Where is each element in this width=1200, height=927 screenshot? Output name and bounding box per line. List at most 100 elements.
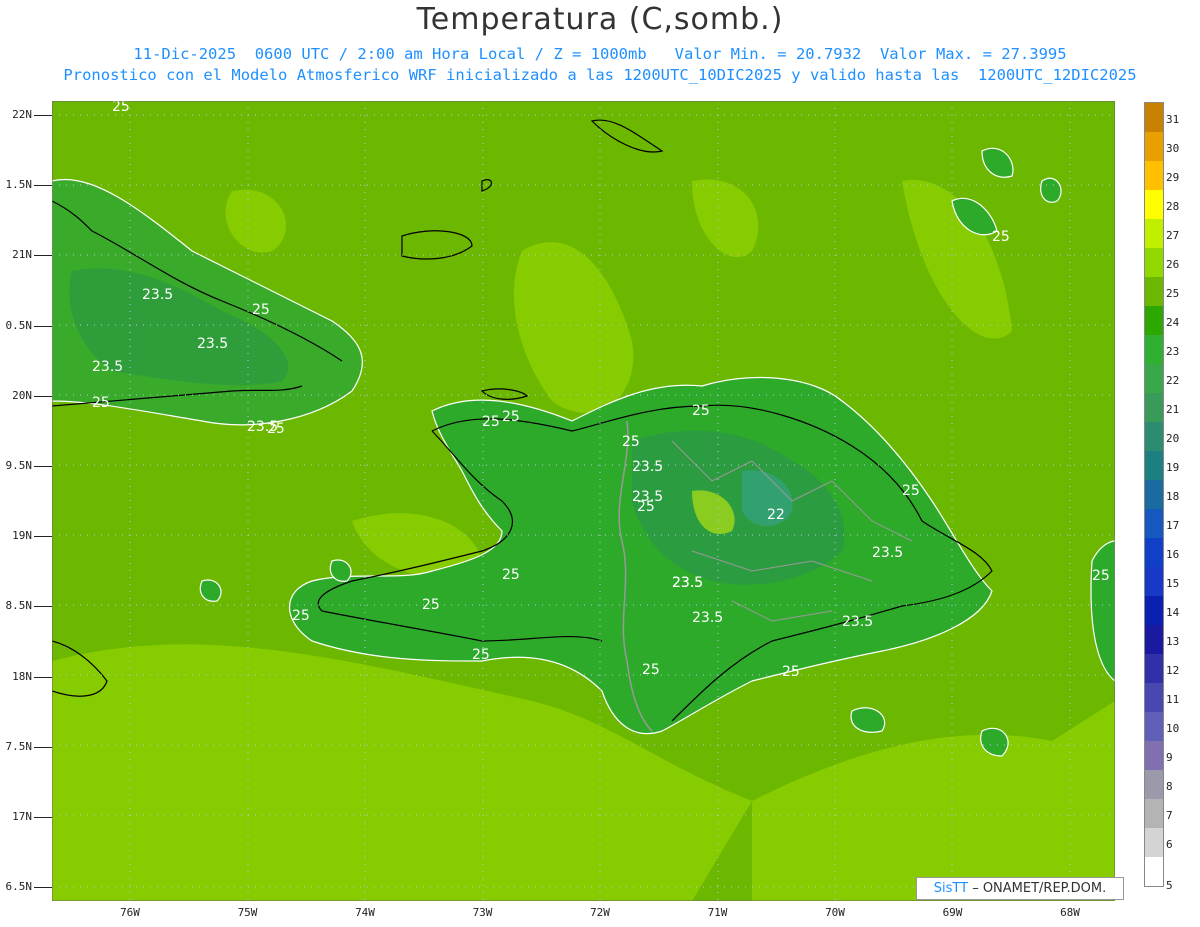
contour-label: 23.5: [197, 336, 228, 352]
contour-label: 23.5: [842, 614, 873, 630]
color-bar-segment: [1145, 625, 1163, 654]
color-bar-segment: [1145, 248, 1163, 277]
color-bar-label: 25: [1166, 287, 1180, 300]
lat-label: 8.5N: [5, 599, 33, 613]
color-bar-segment: [1145, 654, 1163, 683]
contour-label: 25: [112, 101, 130, 115]
contour-label: 25: [482, 414, 500, 430]
lon-label: 75W: [237, 906, 258, 919]
color-bar-label: 27: [1166, 229, 1180, 242]
color-bar-label: 11: [1166, 693, 1180, 706]
contour-label: 25: [637, 499, 655, 515]
color-bar-label: 23: [1166, 345, 1180, 358]
color-bar-segment: [1145, 828, 1163, 857]
color-bar-segment: [1145, 364, 1163, 393]
color-bar-label: 28: [1166, 200, 1180, 213]
color-bar-segment: [1145, 190, 1163, 219]
lat-label: 7.5N: [5, 739, 33, 753]
color-bar-label: 12: [1166, 664, 1180, 677]
lon-label: 73W: [472, 906, 493, 919]
color-bar-segment: [1145, 306, 1163, 335]
lat-tick: [34, 536, 52, 538]
lat-tick: [34, 746, 52, 748]
lat-tick: [34, 395, 52, 397]
contour-label: 25: [472, 647, 490, 663]
lon-label: 68W: [1060, 906, 1080, 919]
color-bar-segment: [1145, 103, 1163, 132]
lat-label: 1.5N: [5, 178, 33, 192]
contour-label: 25: [267, 421, 285, 437]
color-bar-label: 15: [1166, 577, 1180, 590]
contour-label: 22: [767, 507, 785, 523]
color-bar-label: 17: [1166, 519, 1180, 532]
lat-label: 18N: [12, 669, 32, 683]
lat-tick: [34, 817, 52, 818]
color-bar-segment: [1145, 770, 1163, 799]
color-bar-label: 16: [1166, 548, 1180, 561]
map-title: Temperatura (C,somb.): [416, 2, 784, 37]
contour-label: 25: [622, 434, 640, 450]
lat-tick: [34, 606, 52, 608]
color-bar-label: 7: [1166, 809, 1173, 822]
color-bar-segment: [1145, 799, 1163, 828]
color-bar-segment: [1145, 335, 1163, 364]
color-bar-label: 18: [1166, 490, 1180, 503]
contour-label: 25: [692, 403, 710, 419]
brand-logo: SisTT: [933, 881, 969, 896]
color-bar-label: 31: [1166, 113, 1180, 126]
color-bar-segment: [1145, 509, 1163, 538]
color-bar-segment: [1145, 683, 1163, 712]
color-bar-segment: [1145, 596, 1163, 625]
color-bar-segment: [1145, 393, 1163, 422]
contour-label: 25: [782, 664, 800, 680]
lat-tick: [34, 115, 52, 116]
lon-label: 69W: [942, 906, 963, 919]
color-bar-segment: [1145, 712, 1163, 741]
map-subtitle-model: Pronostico con el Modelo Atmosferico WRF…: [63, 66, 1137, 84]
credit-box: SisTT – ONAMET/REP.DOM.: [916, 877, 1124, 900]
color-bar-label: 22: [1166, 374, 1180, 387]
color-bar-label: 19: [1166, 461, 1180, 474]
color-bar-label: 29: [1166, 171, 1180, 184]
lat-tick: [34, 466, 52, 467]
color-bar-segment: [1145, 857, 1163, 886]
contour-label: 23.5: [632, 459, 663, 475]
color-bar-label: 6: [1166, 838, 1173, 851]
contour-label: 25: [642, 662, 660, 678]
color-bar-label: 24: [1166, 316, 1180, 329]
lat-tick: [34, 325, 52, 327]
color-bar-segment: [1145, 480, 1163, 509]
color-bar-segment: [1145, 567, 1163, 596]
lat-label: 17N: [12, 810, 32, 823]
map-subtitle-time: 11-Dic-2025 0600 UTC / 2:00 am Hora Loca…: [133, 45, 1067, 63]
lat-tick: [34, 185, 52, 187]
color-bar-segment: [1145, 161, 1163, 190]
lat-tick: [34, 255, 52, 257]
lat-label: 22N: [12, 108, 32, 121]
color-bar-segment: [1145, 132, 1163, 161]
color-bar: [1144, 102, 1164, 887]
contour-label: 25: [992, 229, 1010, 245]
contour-label: 25: [92, 395, 110, 411]
color-bar-label: 20: [1166, 432, 1180, 445]
contour-label: 23.5: [692, 610, 723, 626]
contour-label: 25: [502, 567, 520, 583]
lon-label: 70W: [825, 906, 845, 919]
color-bar-label: 13: [1166, 635, 1180, 648]
lat-tick: [34, 676, 52, 678]
contour-label: 25: [292, 608, 310, 624]
color-bar-label: 26: [1166, 258, 1180, 271]
color-bar-segment: [1145, 219, 1163, 248]
contour-label: 23.5: [872, 545, 903, 561]
contour-label: 25: [902, 483, 920, 499]
lon-label: 72W: [590, 906, 610, 919]
island-region: [1040, 177, 1062, 203]
credit-text: – ONAMET/REP.DOM.: [968, 881, 1107, 896]
color-bar-label: 9: [1166, 751, 1173, 764]
temperature-map: 25 23.5 25 23.5 23.5 23.5 25 25 25 25 25 25 23.5 23.5…: [52, 101, 1115, 901]
contour-label: 23.5: [92, 359, 123, 375]
contour-label: 25: [1092, 568, 1110, 584]
color-bar-label: 8: [1166, 780, 1173, 793]
lon-label: 74W: [355, 906, 375, 919]
lat-label: 20N: [12, 388, 32, 402]
